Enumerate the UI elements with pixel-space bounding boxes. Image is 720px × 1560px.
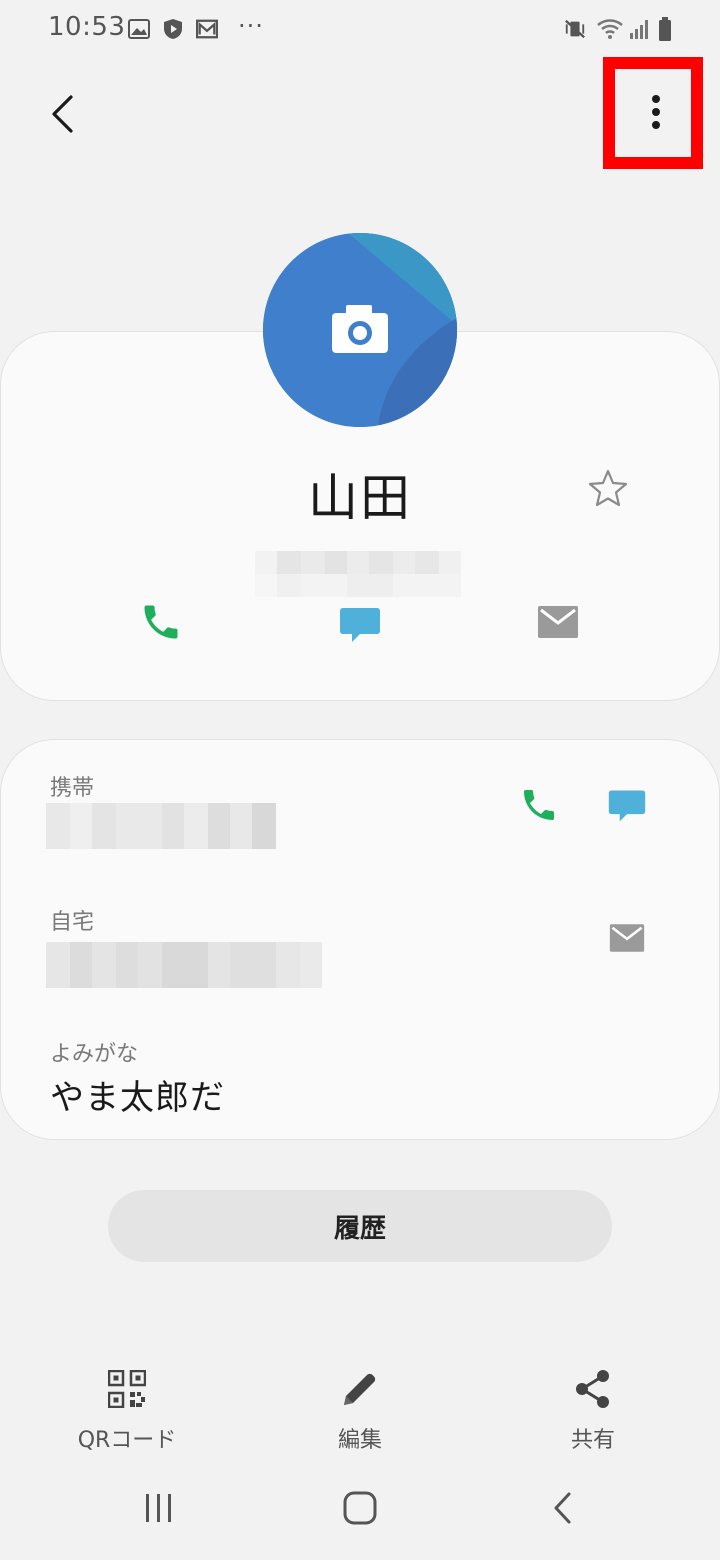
phone-number-redacted [255, 551, 461, 597]
battery-icon [654, 17, 676, 41]
mobile-label: 携帯 [50, 776, 95, 801]
message-icon [338, 602, 382, 650]
back-icon [551, 1491, 573, 1529]
back-arrow-icon [47, 94, 77, 138]
wifi-icon [596, 18, 624, 40]
phone-icon [519, 785, 559, 829]
shield-play-icon [162, 18, 184, 40]
recents-button[interactable] [129, 1480, 189, 1540]
email-button[interactable] [528, 594, 588, 654]
mail-icon [537, 605, 579, 643]
mail-icon [609, 923, 645, 957]
mobile-message-button[interactable] [599, 779, 655, 835]
favorite-button[interactable] [584, 466, 632, 514]
more-notifications-icon: ··· [238, 12, 264, 40]
mobile-call-button[interactable] [511, 779, 567, 835]
back-button[interactable] [30, 84, 94, 148]
nav-back-button[interactable] [532, 1480, 592, 1540]
reading-value: やま太郎だ [50, 1078, 225, 1118]
recents-icon [144, 1492, 174, 1528]
phone-icon [139, 600, 183, 648]
message-icon [607, 785, 647, 829]
vibrate-mute-icon [564, 18, 586, 40]
gallery-icon [128, 18, 150, 40]
highlight-box [603, 57, 703, 169]
mobile-number-redacted [46, 803, 276, 849]
signal-icon [628, 18, 650, 40]
edit-button[interactable]: 編集 [290, 1368, 430, 1458]
share-icon [572, 1368, 614, 1410]
status-time: 10:53 [48, 12, 126, 42]
home-label: 自宅 [50, 910, 95, 935]
star-outline-icon [588, 468, 628, 512]
home-address-redacted [46, 942, 322, 988]
history-button[interactable]: 履歴 [108, 1190, 612, 1262]
home-button[interactable] [330, 1480, 390, 1540]
home-email-button[interactable] [599, 912, 655, 968]
qr-code-label: QRコード [77, 1428, 177, 1453]
avatar[interactable] [263, 233, 457, 427]
status-bar: 10:53 ··· [0, 0, 720, 60]
share-label: 共有 [570, 1428, 615, 1453]
qr-code-icon [106, 1368, 148, 1410]
home-icon [343, 1491, 377, 1529]
edit-label: 編集 [337, 1428, 382, 1453]
pencil-icon [339, 1368, 381, 1410]
share-button[interactable]: 共有 [523, 1368, 663, 1458]
reading-label: よみがな [50, 1042, 139, 1067]
mail-icon [196, 18, 218, 40]
qr-code-button[interactable]: QRコード [57, 1368, 197, 1458]
call-button[interactable] [131, 594, 191, 654]
message-button[interactable] [330, 596, 390, 656]
